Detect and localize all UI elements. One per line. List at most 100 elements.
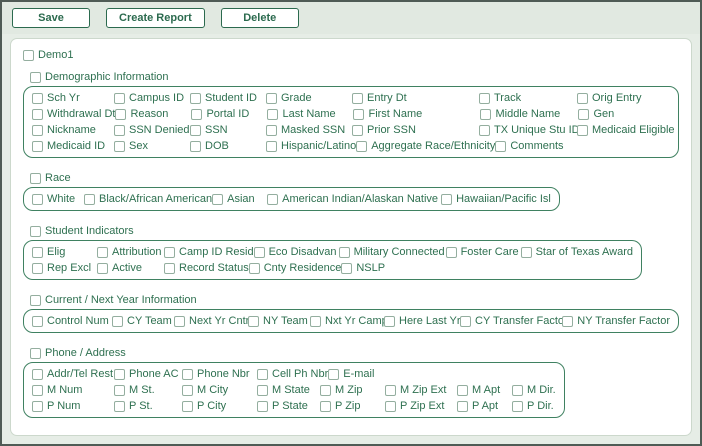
checkbox-icon[interactable] [182, 384, 193, 396]
checkbox-item[interactable]: American Indian/Alaskan Native [267, 193, 441, 205]
checkbox-item[interactable]: CY Transfer Factor [460, 315, 568, 327]
create-report-button[interactable]: Create Report [106, 8, 205, 28]
checkbox-item[interactable]: M Zip Ext [385, 384, 457, 396]
checkbox-item[interactable]: Last Name [267, 108, 353, 120]
checkbox-icon[interactable] [460, 315, 471, 327]
checkbox-icon[interactable] [97, 262, 108, 274]
checkbox-icon[interactable] [310, 315, 321, 327]
checkbox-item[interactable]: P Num [32, 400, 114, 412]
checkbox-item[interactable]: Rep Excl [32, 262, 97, 274]
checkbox-icon[interactable] [445, 246, 457, 258]
checkbox-icon[interactable] [266, 124, 277, 136]
checkbox-icon[interactable] [266, 92, 277, 104]
checkbox-item[interactable]: Addr/Tel Rest [32, 368, 114, 380]
checkbox-icon[interactable] [385, 400, 396, 412]
checkbox-icon[interactable] [182, 400, 193, 412]
checkbox-item[interactable]: Masked SSN [266, 124, 352, 136]
checkbox-item[interactable]: Camp ID Resid [164, 246, 254, 258]
checkbox-icon[interactable] [479, 124, 490, 136]
checkbox-icon[interactable] [253, 246, 265, 258]
checkbox-icon[interactable] [257, 400, 268, 412]
checkbox-icon[interactable] [114, 400, 125, 412]
delete-button[interactable]: Delete [220, 8, 299, 28]
checkbox-item[interactable]: Hispanic/Latino [266, 140, 356, 152]
section-checkbox-current-next-year-information[interactable]: Current / Next Year Information [30, 294, 679, 306]
checkbox-item[interactable]: NY Transfer Factor [562, 315, 670, 327]
checkbox-icon[interactable] [495, 140, 507, 152]
checkbox-item[interactable]: SSN [190, 124, 266, 136]
checkbox-icon[interactable] [32, 140, 43, 152]
checkbox-icon[interactable] [512, 384, 523, 396]
checkbox-item[interactable]: First Name [353, 108, 480, 120]
checkbox-icon[interactable] [30, 225, 41, 237]
checkbox-icon[interactable] [356, 140, 368, 152]
checkbox-icon[interactable] [266, 140, 277, 152]
checkbox-icon[interactable] [32, 262, 43, 274]
checkbox-icon[interactable] [191, 108, 203, 120]
checkbox-item[interactable]: Medicaid ID [32, 140, 114, 152]
checkbox-item[interactable]: Medicaid Eligible [577, 124, 675, 136]
checkbox-icon[interactable] [164, 246, 175, 258]
checkbox-item[interactable]: Next Yr Cntrl [174, 315, 252, 327]
checkbox-icon[interactable] [320, 384, 331, 396]
section-checkbox-demographic-information[interactable]: Demographic Information [30, 71, 679, 83]
checkbox-item[interactable]: Gen [578, 108, 614, 120]
checkbox-icon[interactable] [114, 140, 125, 152]
save-button[interactable]: Save [12, 8, 90, 28]
checkbox-icon[interactable] [212, 193, 224, 205]
checkbox-item[interactable]: M State [257, 384, 320, 396]
checkbox-item[interactable]: CY Team [112, 315, 174, 327]
checkbox-item[interactable]: Aggregate Race/Ethnicity [356, 140, 495, 152]
checkbox-icon[interactable] [114, 92, 125, 104]
checkbox-icon[interactable] [257, 384, 268, 396]
checkbox-icon[interactable] [182, 368, 193, 380]
checkbox-item[interactable]: M Dir. [512, 384, 556, 396]
checkbox-icon[interactable] [267, 108, 279, 120]
checkbox-item-demo1[interactable]: Demo1 [23, 49, 679, 61]
checkbox-icon[interactable] [457, 384, 468, 396]
checkbox-item[interactable]: P City [182, 400, 257, 412]
checkbox-item[interactable]: Campus ID [114, 92, 190, 104]
checkbox-icon[interactable] [32, 246, 43, 258]
checkbox-icon[interactable] [190, 92, 201, 104]
checkbox-item[interactable]: Student ID [190, 92, 266, 104]
section-checkbox-student-indicators[interactable]: Student Indicators [30, 225, 679, 237]
checkbox-item[interactable]: NY Team [248, 315, 310, 327]
checkbox-icon[interactable] [174, 315, 185, 327]
checkbox-icon[interactable] [30, 71, 41, 83]
checkbox-item[interactable]: P Apt [457, 400, 512, 412]
checkbox-icon[interactable] [32, 315, 43, 327]
checkbox-item[interactable]: Withdrawal Dt [32, 108, 115, 120]
checkbox-item[interactable]: Black/African American [84, 193, 212, 205]
checkbox-icon[interactable] [30, 347, 41, 359]
checkbox-icon[interactable] [164, 262, 175, 274]
checkbox-item[interactable]: Reason [115, 108, 191, 120]
checkbox-icon[interactable] [114, 124, 125, 136]
checkbox-item[interactable]: P State [257, 400, 320, 412]
checkbox-icon[interactable] [512, 400, 523, 412]
checkbox-item[interactable]: Portal ID [191, 108, 267, 120]
checkbox-item[interactable]: M Num [32, 384, 114, 396]
checkbox-icon[interactable] [248, 262, 260, 274]
checkbox-item[interactable]: Nickname [32, 124, 114, 136]
checkbox-icon[interactable] [577, 124, 588, 136]
checkbox-item[interactable]: Eco Disadvan [253, 246, 339, 258]
checkbox-item[interactable]: Asian [212, 193, 267, 205]
section-checkbox-phone-address[interactable]: Phone / Address [30, 347, 679, 359]
checkbox-item[interactable]: SSN Denied [114, 124, 190, 136]
checkbox-item[interactable]: M City [182, 384, 257, 396]
checkbox-item[interactable]: Entry Dt [352, 92, 479, 104]
checkbox-item[interactable]: DOB [190, 140, 266, 152]
checkbox-icon[interactable] [520, 246, 532, 258]
checkbox-icon[interactable] [457, 400, 468, 412]
checkbox-icon[interactable] [32, 108, 43, 120]
checkbox-item[interactable]: Here Last Yr [384, 315, 461, 327]
checkbox-item[interactable]: NSLP [341, 262, 448, 274]
checkbox-icon[interactable] [384, 315, 395, 327]
checkbox-item[interactable]: Military Connected [338, 246, 446, 258]
checkbox-item[interactable]: Phone AC [114, 368, 182, 380]
checkbox-item[interactable]: Grade [266, 92, 352, 104]
checkbox-icon[interactable] [30, 172, 41, 184]
checkbox-icon[interactable] [190, 140, 201, 152]
checkbox-item[interactable]: Comments [495, 140, 593, 152]
